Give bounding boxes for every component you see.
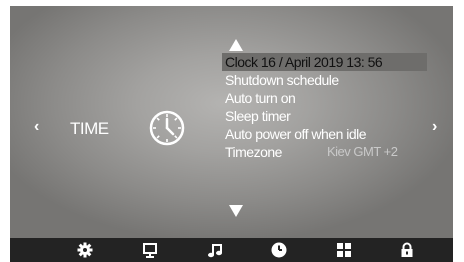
menu-item-label: Sleep timer (225, 108, 291, 124)
menu-item-shutdown-schedule[interactable]: Shutdown schedule (222, 71, 427, 89)
tab-apps[interactable] (335, 241, 353, 259)
grid-icon (337, 243, 351, 257)
next-section-arrow[interactable]: › (432, 119, 437, 135)
tab-settings[interactable] (76, 241, 94, 259)
menu-item-label: Timezone (225, 144, 282, 160)
menu-item-label: Shutdown schedule (225, 72, 339, 88)
clock-icon (147, 108, 187, 148)
clock-icon (271, 242, 287, 258)
lock-icon (401, 242, 413, 257)
menu-item-auto-turn-on[interactable]: Auto turn on (222, 89, 427, 107)
scroll-up-arrow-icon[interactable] (227, 38, 245, 52)
previous-section-arrow[interactable]: ‹ (34, 119, 39, 135)
tab-display[interactable] (141, 241, 159, 259)
settings-screen: ‹ TIME Clock 16 / April 2019 13: 56 Shut… (10, 6, 453, 238)
music-note-icon (208, 244, 222, 258)
monitor-icon (143, 243, 157, 258)
menu-item-label: Auto power off when idle (225, 126, 367, 142)
timezone-value: Kiev GMT +2 (327, 144, 398, 159)
menu-item-label: Auto turn on (225, 90, 296, 106)
tab-audio[interactable] (206, 241, 224, 259)
section-title: TIME (70, 119, 109, 138)
menu-item-timezone[interactable]: Timezone Kiev GMT +2 (222, 143, 427, 161)
menu-item-sleep-timer[interactable]: Sleep timer (222, 107, 427, 125)
menu-item-label: Clock 16 / April 2019 13: 56 (225, 54, 383, 70)
scroll-down-arrow-icon[interactable] (227, 204, 245, 218)
gear-icon (77, 242, 93, 258)
menu-item-clock[interactable]: Clock 16 / April 2019 13: 56 (222, 53, 427, 71)
menu-item-auto-power-off[interactable]: Auto power off when idle (222, 125, 427, 143)
tab-time[interactable] (270, 241, 288, 259)
bottom-tab-bar (10, 238, 453, 262)
time-settings-menu: Clock 16 / April 2019 13: 56 Shutdown sc… (222, 53, 427, 161)
tab-security[interactable] (398, 241, 416, 259)
